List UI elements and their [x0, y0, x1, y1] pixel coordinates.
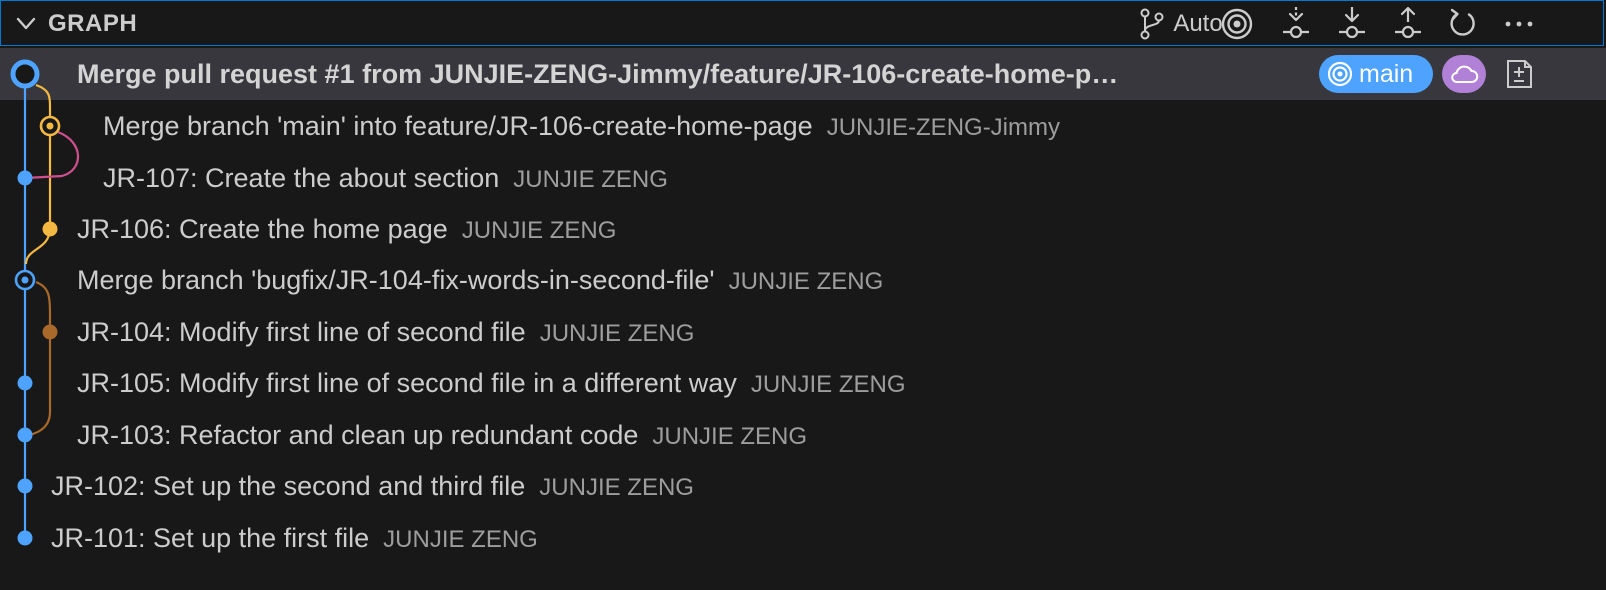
commit-author: JUNJIE ZENG	[539, 320, 695, 347]
commit-row[interactable]: Merge branch 'main' into feature/JR-106-…	[0, 100, 1606, 152]
commit-message: JR-105: Modify first line of second file…	[77, 368, 737, 398]
target-icon	[1221, 8, 1253, 40]
fetch-button[interactable]	[1276, 5, 1316, 43]
commit-message: Merge pull request #1 from JUNJIE-ZENG-J…	[77, 59, 1119, 89]
push-button[interactable]	[1388, 5, 1428, 43]
commit-row[interactable]: JR-103: Refactor and clean up redundant …	[0, 409, 1606, 461]
panel-title: GRAPH	[48, 10, 138, 37]
target-icon	[1327, 61, 1353, 87]
refresh-icon	[1450, 8, 1475, 36]
git-branch-icon	[1140, 8, 1164, 40]
commit-author: JUNJIE ZENG	[461, 217, 617, 244]
commit-author: JUNJIE ZENG	[383, 526, 538, 553]
diff-icon	[1507, 60, 1532, 88]
commit-author: JUNJIE-ZENG-Jimmy	[826, 114, 1060, 141]
commit-row[interactable]: JR-106: Create the home page JUNJIE ZENG	[0, 203, 1606, 255]
branch-badge-label: main	[1359, 59, 1414, 88]
commit-row[interactable]: Merge pull request #1 from JUNJIE-ZENG-J…	[0, 48, 1606, 100]
commit-message: JR-106: Create the home page	[77, 214, 448, 244]
more-actions-button[interactable]	[1499, 5, 1539, 43]
commit-message: Merge branch 'bugfix/JR-104-fix-words-in…	[77, 265, 715, 295]
commit-author: JUNJIE ZENG	[750, 371, 906, 398]
graph-header[interactable]: GRAPH Auto	[0, 0, 1604, 46]
chevron-down-icon[interactable]	[15, 14, 37, 39]
push-icon	[1395, 6, 1421, 39]
commit-message: JR-104: Modify first line of second file	[77, 317, 526, 347]
commit-author: JUNJIE ZENG	[539, 474, 694, 501]
pull-icon	[1339, 7, 1365, 39]
remote-badge[interactable]	[1442, 55, 1486, 93]
fetch-icon	[1283, 7, 1309, 39]
pull-button[interactable]	[1332, 5, 1372, 43]
commit-row[interactable]: JR-102: Set up the second and third file…	[0, 460, 1606, 512]
commit-message: JR-101: Set up the first file	[51, 523, 370, 553]
commit-message: JR-103: Refactor and clean up redundant …	[77, 420, 639, 450]
commit-author: JUNJIE ZENG	[652, 423, 808, 450]
auto-label: Auto	[1173, 10, 1223, 37]
commit-author: JUNJIE ZENG	[513, 166, 668, 193]
commit-author: JUNJIE ZENG	[728, 268, 884, 295]
commit-row[interactable]: JR-105: Modify first line of second file…	[0, 357, 1606, 409]
cloud-icon	[1451, 65, 1479, 83]
commit-message: JR-102: Set up the second and third file	[51, 471, 526, 501]
commit-row[interactable]: JR-101: Set up the first file JUNJIE ZENG	[0, 512, 1606, 564]
target-button[interactable]	[1217, 5, 1257, 43]
commit-row[interactable]: JR-104: Modify first line of second file…	[0, 306, 1606, 358]
auto-scope-button[interactable]: Auto	[1133, 5, 1229, 43]
graph-panel: GRAPH Auto Merge pull request #1 from JU…	[0, 0, 1606, 590]
commit-message: JR-107: Create the about section	[103, 163, 500, 193]
open-changes-button[interactable]	[1501, 56, 1537, 92]
branch-badge-main[interactable]: main	[1319, 55, 1433, 93]
ellipsis-icon	[1505, 21, 1533, 27]
commit-row[interactable]: Merge branch 'bugfix/JR-104-fix-words-in…	[0, 254, 1606, 306]
commit-message: Merge branch 'main' into feature/JR-106-…	[103, 111, 813, 141]
commit-row[interactable]: JR-107: Create the about section JUNJIE Z…	[0, 152, 1606, 204]
refresh-button[interactable]	[1442, 5, 1482, 43]
